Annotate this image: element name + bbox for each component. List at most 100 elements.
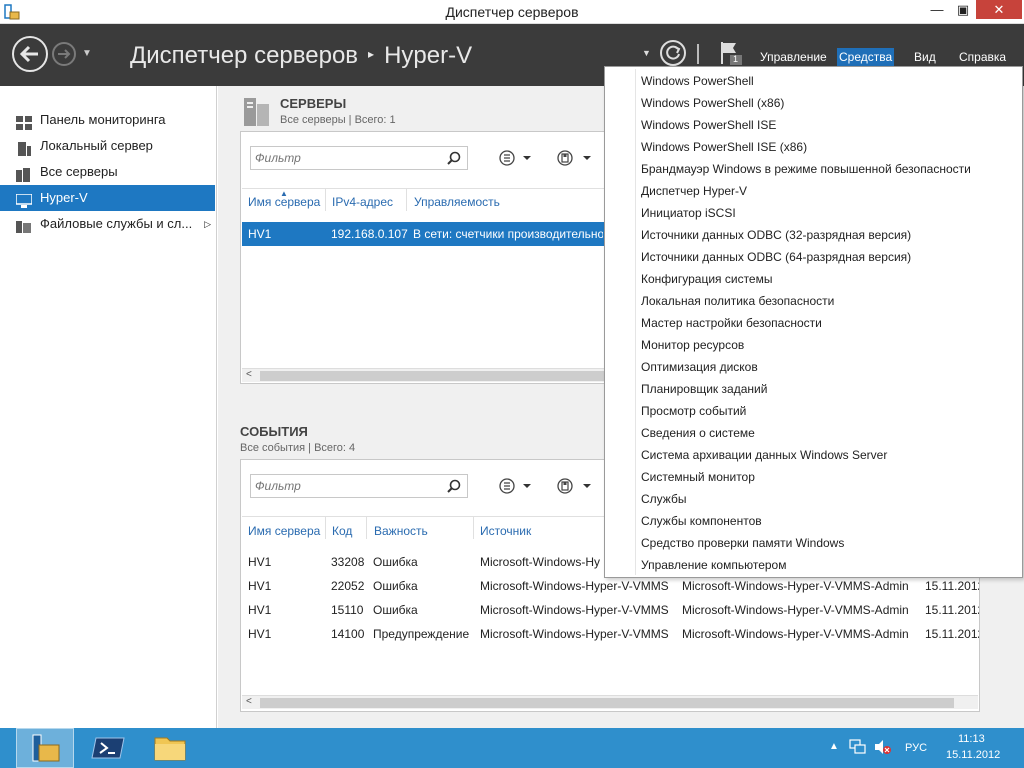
servers-col-status[interactable]: Управляемость bbox=[414, 195, 500, 209]
taskbar-explorer-button[interactable] bbox=[141, 728, 199, 768]
menu-help[interactable]: Справка bbox=[957, 48, 1008, 66]
tools-menu-item[interactable]: Мастер настройки безопасности bbox=[641, 312, 822, 334]
scrollbar-thumb[interactable] bbox=[260, 698, 954, 708]
tools-menu-item[interactable]: Локальная политика безопасности bbox=[641, 290, 834, 312]
menu-manage[interactable]: Управление bbox=[758, 48, 829, 66]
volume-muted-icon[interactable] bbox=[874, 739, 892, 758]
events-list-options-button[interactable] bbox=[498, 477, 538, 495]
refresh-icon bbox=[666, 45, 681, 60]
event-code-cell: 22052 bbox=[331, 579, 365, 593]
events-filter-input[interactable] bbox=[251, 475, 441, 497]
events-save-button[interactable] bbox=[556, 477, 596, 495]
events-col-code[interactable]: Код bbox=[332, 524, 352, 538]
nav-item-label: Hyper-V bbox=[40, 190, 88, 205]
servers-filter-box[interactable] bbox=[250, 146, 468, 170]
menu-gutter bbox=[635, 69, 636, 575]
tools-menu-item[interactable]: Диспетчер Hyper-V bbox=[641, 180, 747, 202]
servers-col-ip[interactable]: IPv4-адрес bbox=[332, 195, 393, 209]
tools-menu-item[interactable]: Конфигурация системы bbox=[641, 268, 772, 290]
events-section-subtitle: Все события | Всего: 4 bbox=[240, 442, 356, 454]
servers-list-options-button[interactable] bbox=[498, 149, 538, 167]
server-status-cell: В сети: счетчики производительно bbox=[413, 227, 603, 241]
tools-menu-item[interactable]: Инициатор iSCSI bbox=[641, 202, 736, 224]
menu-tools[interactable]: Средства bbox=[837, 48, 895, 66]
tools-menu-item[interactable]: Монитор ресурсов bbox=[641, 334, 744, 356]
tools-menu-item[interactable]: Источники данных ODBC (32-разрядная верс… bbox=[641, 224, 911, 246]
scroll-left-icon[interactable]: < bbox=[246, 369, 252, 380]
expand-arrow-icon[interactable]: ▷ bbox=[204, 211, 211, 237]
events-filter-box[interactable] bbox=[250, 474, 468, 498]
sort-ascending-icon: ▲ bbox=[280, 189, 288, 198]
scroll-left-icon[interactable]: < bbox=[246, 696, 252, 707]
column-separator bbox=[325, 517, 326, 539]
nav-item-hyperv[interactable]: Hyper-V bbox=[0, 185, 215, 211]
servers-header-divider bbox=[242, 188, 604, 189]
event-source-cell: Microsoft-Windows-Hyper-V-VMMS bbox=[480, 627, 669, 641]
events-col-severity[interactable]: Важность bbox=[374, 524, 428, 538]
close-button[interactable]: ✕ bbox=[976, 0, 1022, 19]
nav-item-file-services[interactable]: Файловые службы и сл... ▷ bbox=[0, 211, 215, 237]
tools-menu-item[interactable]: Windows PowerShell ISE (x86) bbox=[641, 136, 807, 158]
list-options-icon bbox=[499, 150, 531, 166]
notifications-flag-button[interactable]: 1 bbox=[718, 40, 744, 66]
back-button[interactable] bbox=[12, 36, 48, 72]
tools-menu-item[interactable]: Система архивации данных Windows Server bbox=[641, 444, 887, 466]
tray-show-hidden-icon[interactable]: ▲ bbox=[829, 741, 839, 752]
event-severity-cell: Ошибка bbox=[373, 579, 418, 593]
breadcrumb-root[interactable]: Диспетчер серверов bbox=[130, 42, 358, 69]
tools-menu-item[interactable]: Управление компьютером bbox=[641, 554, 786, 576]
servers-filter-input[interactable] bbox=[251, 147, 441, 169]
nav-item-all-servers[interactable]: Все серверы bbox=[0, 159, 215, 185]
tools-menu-item[interactable]: Брандмауэр Windows в режиме повышенной б… bbox=[641, 158, 971, 180]
events-col-source[interactable]: Источник bbox=[480, 524, 531, 538]
header-divider bbox=[697, 44, 699, 64]
server-name-cell: HV1 bbox=[248, 227, 272, 241]
tools-menu-item[interactable]: Источники данных ODBC (64-разрядная верс… bbox=[641, 246, 911, 268]
history-dropdown-icon[interactable]: ▼ bbox=[82, 48, 92, 59]
events-col-server[interactable]: Имя сервера bbox=[248, 524, 320, 538]
event-code-cell: 14100 bbox=[331, 627, 365, 641]
tools-menu-item[interactable]: Средство проверки памяти Windows bbox=[641, 532, 844, 554]
event-date-cell: 15.11.2012 bbox=[925, 579, 979, 593]
refresh-dropdown-icon[interactable]: ▼ bbox=[642, 48, 651, 58]
save-icon bbox=[557, 478, 591, 494]
event-server-cell: HV1 bbox=[248, 555, 272, 569]
tools-menu-item[interactable]: Планировщик заданий bbox=[641, 378, 767, 400]
language-indicator[interactable]: РУС bbox=[905, 742, 927, 754]
event-source-cell: Microsoft-Windows-Hyper-V-VMMS bbox=[480, 603, 669, 617]
tools-menu-item[interactable]: Службы bbox=[641, 488, 686, 510]
refresh-button[interactable] bbox=[660, 40, 686, 66]
tools-menu-item[interactable]: Windows PowerShell (x86) bbox=[641, 92, 784, 114]
tools-menu-item[interactable]: Сведения о системе bbox=[641, 422, 755, 444]
menu-view[interactable]: Вид bbox=[912, 48, 938, 66]
search-icon[interactable] bbox=[447, 479, 461, 496]
tools-menu-item[interactable]: Оптимизация дисков bbox=[641, 356, 758, 378]
servers-horizontal-scrollbar[interactable]: < bbox=[242, 368, 604, 382]
maximize-button[interactable]: ▣ bbox=[950, 0, 976, 19]
save-icon bbox=[557, 150, 591, 166]
taskbar-powershell-button[interactable] bbox=[80, 728, 138, 768]
column-separator bbox=[325, 189, 326, 211]
events-horizontal-scrollbar[interactable]: < bbox=[242, 695, 978, 709]
network-icon[interactable] bbox=[849, 739, 867, 758]
event-log-cell: Microsoft-Windows-Hyper-V-VMMS-Admin bbox=[682, 579, 909, 593]
event-date-cell: 15.11.2012 bbox=[925, 603, 979, 617]
clock-date[interactable]: 15.11.2012 bbox=[946, 749, 1000, 761]
dashboard-icon bbox=[16, 113, 32, 130]
nav-item-dashboard[interactable]: Панель мониторинга bbox=[0, 107, 215, 133]
search-icon[interactable] bbox=[447, 151, 461, 168]
tools-menu-item[interactable]: Службы компонентов bbox=[641, 510, 762, 532]
tools-menu-item[interactable]: Windows PowerShell bbox=[641, 70, 754, 92]
tools-menu-item[interactable]: Системный монитор bbox=[641, 466, 755, 488]
nav-item-local-server[interactable]: Локальный сервер bbox=[0, 133, 215, 159]
minimize-button[interactable]: — bbox=[924, 0, 950, 19]
scrollbar-thumb[interactable] bbox=[260, 371, 604, 381]
tools-menu-item[interactable]: Просмотр событий bbox=[641, 400, 746, 422]
forward-button[interactable] bbox=[52, 42, 76, 66]
taskbar-server-manager-button[interactable] bbox=[16, 728, 74, 768]
hyperv-icon bbox=[15, 191, 33, 208]
servers-save-button[interactable] bbox=[556, 149, 596, 167]
file-services-icon bbox=[16, 217, 32, 233]
clock-time[interactable]: 11:13 bbox=[958, 733, 985, 745]
tools-menu-item[interactable]: Windows PowerShell ISE bbox=[641, 114, 776, 136]
